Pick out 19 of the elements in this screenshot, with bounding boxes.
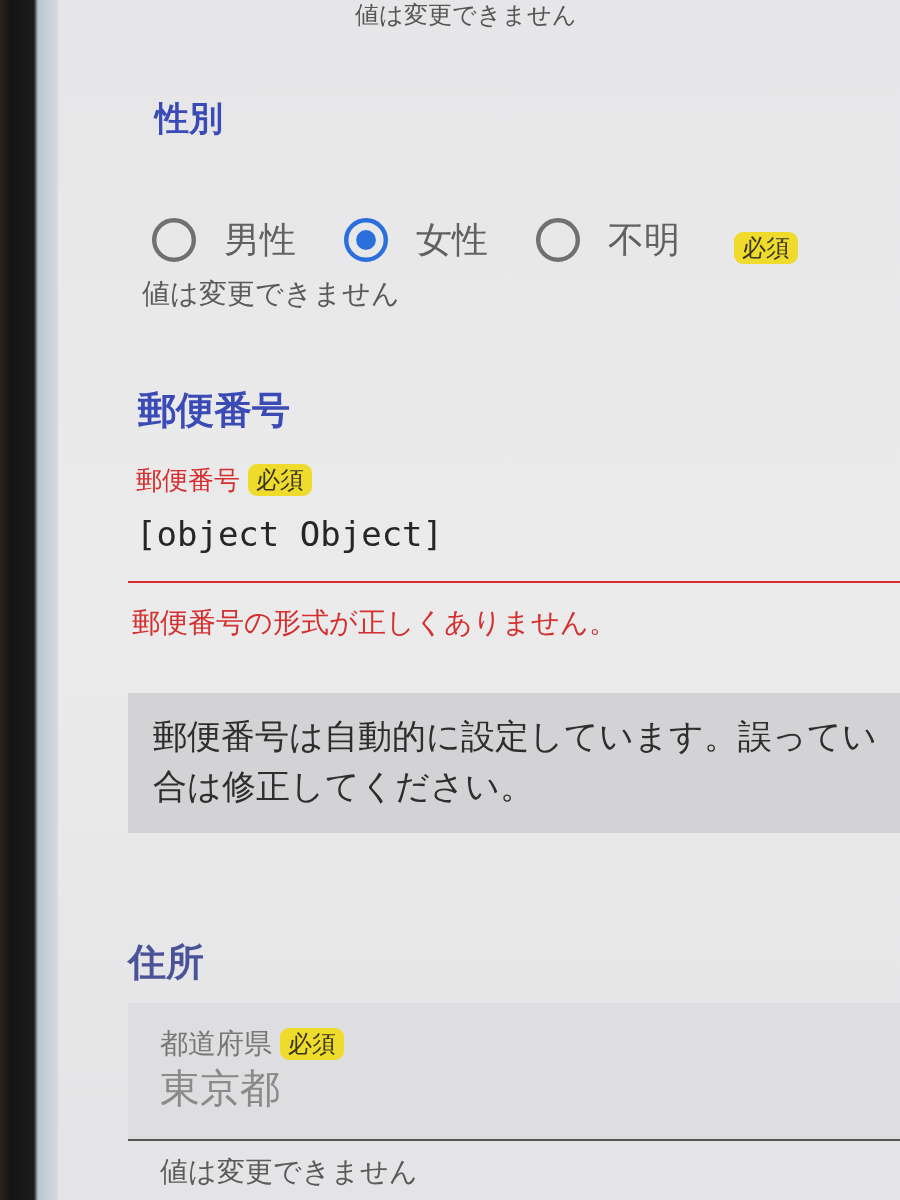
field-value: 東京都 bbox=[160, 1065, 281, 1111]
required-badge: 必須 bbox=[280, 1028, 344, 1060]
required-badge: 必須 bbox=[734, 232, 798, 264]
field-hint: 値は変更できません bbox=[160, 1155, 418, 1189]
field-hint: 値は変更できません bbox=[142, 277, 400, 311]
field-label: 都道府県 bbox=[160, 1027, 272, 1061]
radio-option[interactable]: 女性 bbox=[344, 215, 488, 265]
radio-option[interactable]: 不明 bbox=[536, 215, 680, 265]
field-label: 郵便番号 bbox=[136, 464, 240, 497]
error-message: 郵便番号の形式が正しくありません。 bbox=[132, 605, 617, 641]
field-hint: 値は変更できません bbox=[355, 0, 577, 30]
required-badge: 必須 bbox=[248, 464, 312, 496]
field-value: [object Object] bbox=[136, 513, 445, 555]
section-heading: 住所 bbox=[128, 939, 204, 985]
section-heading: 郵便番号 bbox=[138, 387, 290, 433]
postal-code-field[interactable]: 郵便番号 必須 [object Object] bbox=[128, 463, 900, 583]
radio-option[interactable]: 男性 bbox=[152, 215, 296, 265]
section-heading: 性別 bbox=[155, 97, 223, 140]
info-text: 郵便番号は自動的に設定しています。誤ってい 合は修正してください。 bbox=[153, 715, 878, 808]
